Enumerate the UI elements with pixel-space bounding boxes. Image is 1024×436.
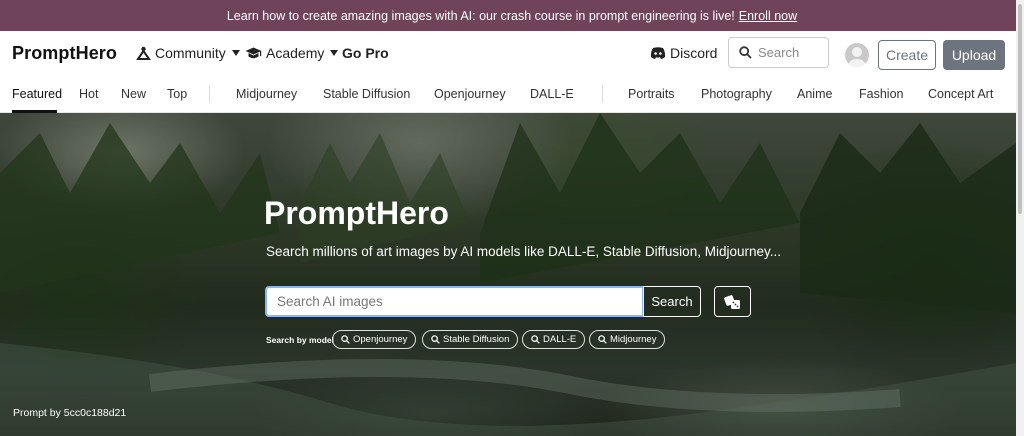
discord-icon xyxy=(650,47,666,59)
hero-section: PromptHero Search millions of art images… xyxy=(0,113,1016,436)
hero-search-input[interactable]: Search AI images xyxy=(265,286,644,317)
scrollbar-thumb[interactable] xyxy=(1018,4,1022,214)
chip-search-icon xyxy=(598,335,607,344)
go-pro-link[interactable]: Go Pro xyxy=(342,45,389,61)
model-chip-label: Stable Diffusion xyxy=(443,334,510,345)
discord-link[interactable]: Discord xyxy=(650,45,717,61)
tab-openjourney[interactable]: Openjourney xyxy=(434,87,506,101)
chip-search-icon xyxy=(531,335,540,344)
upload-button[interactable]: Upload xyxy=(943,40,1005,70)
hero-search-placeholder: Search AI images xyxy=(277,294,383,309)
hero-title: PromptHero xyxy=(264,195,449,231)
tab-photography[interactable]: Photography xyxy=(701,87,772,101)
tab-concept-art[interactable]: Concept Art xyxy=(928,87,993,101)
model-chip-label: Openjourney xyxy=(353,334,408,345)
community-label: Community xyxy=(155,45,226,61)
model-chip-openjourney[interactable]: Openjourney xyxy=(332,330,417,349)
tab-fashion[interactable]: Fashion xyxy=(859,87,903,101)
academy-menu[interactable]: Academy xyxy=(245,45,339,61)
chevron-down-icon xyxy=(231,50,240,56)
tab-top[interactable]: Top xyxy=(167,87,187,101)
tab-anime[interactable]: Anime xyxy=(797,87,832,101)
chevron-down-icon xyxy=(330,50,339,56)
enroll-link[interactable]: Enroll now xyxy=(739,9,797,23)
chip-search-icon xyxy=(431,335,440,344)
banner-text: Learn how to create amazing images with … xyxy=(226,8,735,23)
model-chip-stable-diffusion[interactable]: Stable Diffusion xyxy=(422,330,519,349)
main-navbar: PromptHero Community Academy Go Pro Disc… xyxy=(0,31,1016,77)
tab-portraits[interactable]: Portraits xyxy=(628,87,675,101)
random-button[interactable] xyxy=(714,286,751,317)
hero-overlay xyxy=(0,113,1016,436)
tab-dalle[interactable]: DALL-E xyxy=(530,87,574,101)
dice-icon xyxy=(723,294,740,309)
academy-label: Academy xyxy=(266,45,325,61)
community-menu[interactable]: Community xyxy=(136,45,240,61)
search-icon xyxy=(739,46,752,59)
model-chip-label: Midjourney xyxy=(610,334,657,345)
tab-divider xyxy=(602,85,603,103)
tab-hot[interactable]: Hot xyxy=(79,87,98,101)
model-chip-label: DALL-E xyxy=(543,334,577,345)
avatar-icon[interactable] xyxy=(845,43,869,67)
model-chip-dalle[interactable]: DALL-E xyxy=(522,330,586,349)
tab-midjourney[interactable]: Midjourney xyxy=(236,87,297,101)
tab-stable-diffusion[interactable]: Stable Diffusion xyxy=(323,87,410,101)
nav-search-input[interactable]: Search xyxy=(728,37,829,68)
discord-label: Discord xyxy=(670,45,718,61)
category-tabs: Featured Hot New Top Midjourney Stable D… xyxy=(0,77,1016,113)
search-by-model-label: Search by model xyxy=(266,335,335,345)
nav-search-placeholder: Search xyxy=(758,45,800,60)
announcement-banner: Learn how to create amazing images with … xyxy=(0,0,1024,31)
brand-logo[interactable]: PromptHero xyxy=(12,43,117,64)
tab-featured[interactable]: Featured xyxy=(12,87,62,101)
academy-icon xyxy=(245,47,262,58)
tab-new[interactable]: New xyxy=(121,87,146,101)
hero-search-button[interactable]: Search xyxy=(643,286,701,317)
model-chip-midjourney[interactable]: Midjourney xyxy=(589,330,666,349)
hero-subtitle: Search millions of art images by AI mode… xyxy=(266,244,781,259)
community-icon xyxy=(136,46,151,60)
prompt-credit[interactable]: Prompt by 5cc0c188d21 xyxy=(13,407,126,419)
chip-search-icon xyxy=(341,335,350,344)
create-button[interactable]: Create xyxy=(878,40,936,70)
tab-divider xyxy=(209,85,210,103)
